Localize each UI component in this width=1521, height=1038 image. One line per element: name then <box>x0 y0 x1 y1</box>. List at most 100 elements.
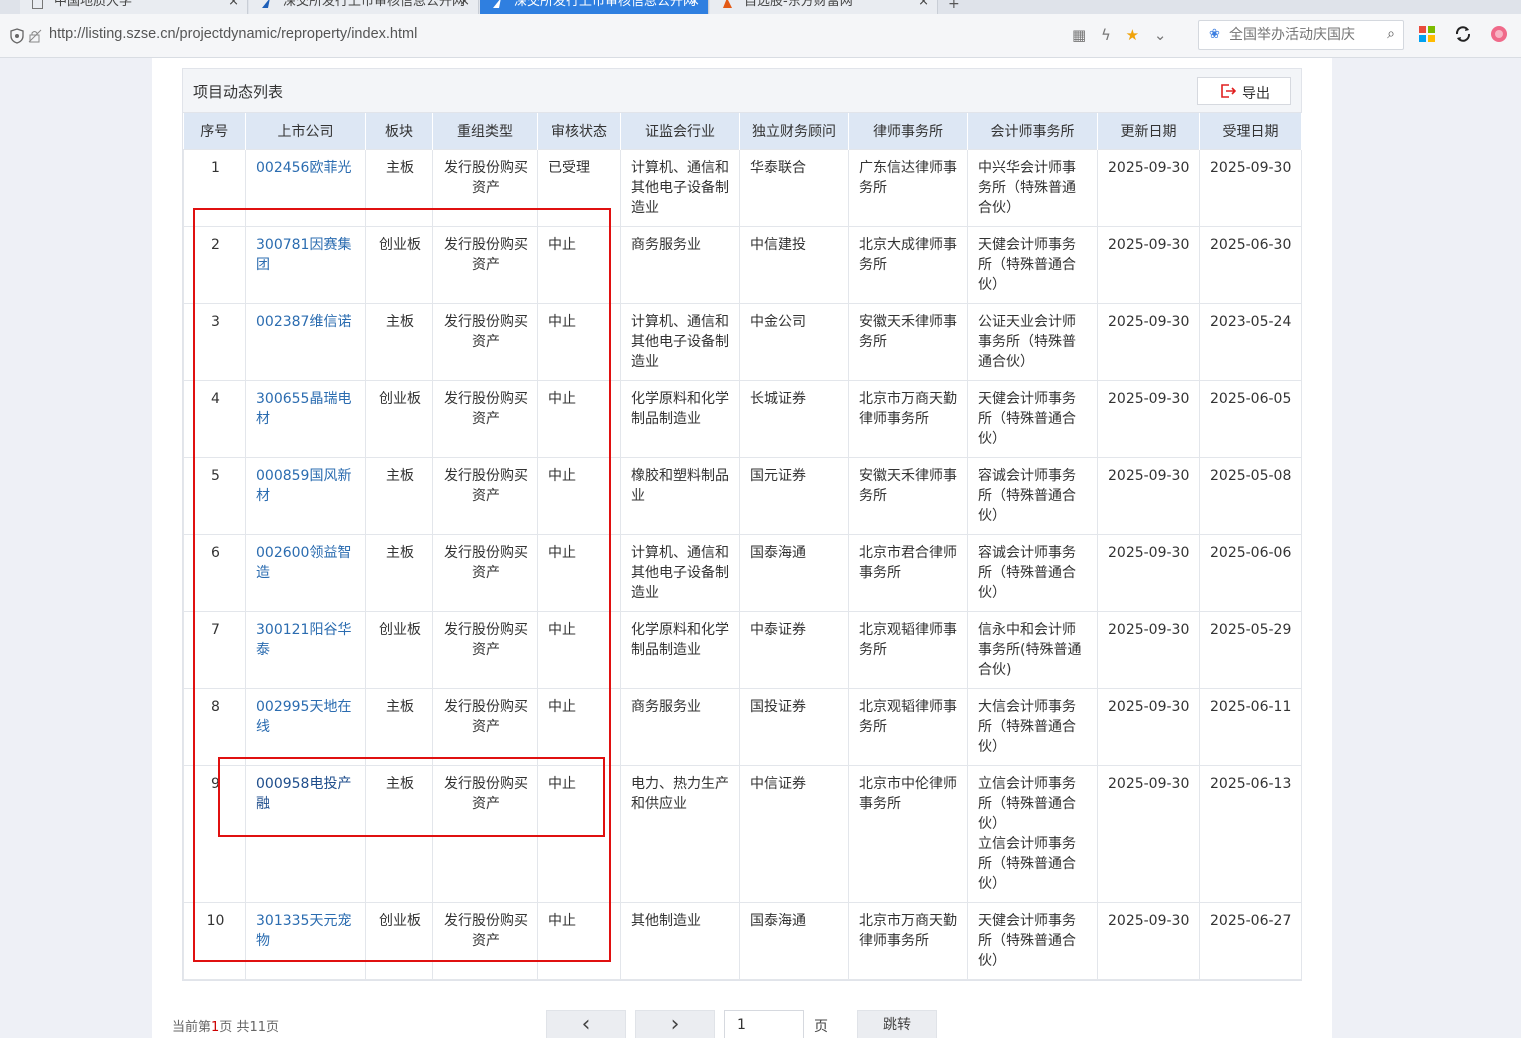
pager-prefix: 当前第 <box>172 1020 212 1035</box>
cell-advisor: 国泰海通 <box>739 533 849 612</box>
qr-code-icon[interactable]: ▦ <box>1072 26 1086 44</box>
eastmoney-favicon-icon <box>723 0 732 8</box>
sync-icon[interactable] <box>1454 25 1472 43</box>
cell-updated: 2025-09-30 <box>1097 533 1200 612</box>
cell-accepted: 2025-05-29 <box>1199 610 1302 689</box>
cell-accounting: 立信会计师事务所（特殊普通合伙） 立信会计师事务所（特殊普通合伙） <box>967 764 1098 903</box>
url-field[interactable]: http://listing.szse.cn/projectdynamic/re… <box>49 26 417 42</box>
cell-updated: 2025-09-30 <box>1097 148 1200 227</box>
tab-close-icon[interactable]: × <box>228 0 239 12</box>
next-page-button[interactable]: › <box>635 1010 715 1038</box>
cell-accounting: 中兴华会计师事务所（特殊普通合伙） <box>967 148 1098 227</box>
avatar-icon[interactable] <box>1490 25 1508 43</box>
cell-industry: 计算机、通信和其他电子设备制造业 <box>620 533 740 612</box>
cell-accepted: 2025-06-11 <box>1199 687 1302 766</box>
cell-updated: 2025-09-30 <box>1097 764 1200 903</box>
new-tab-button[interactable]: + <box>948 0 960 12</box>
export-icon <box>1221 84 1236 98</box>
bookmark-star-icon[interactable]: ★ <box>1126 26 1139 44</box>
baidu-paw-icon: ❀ <box>1209 27 1220 42</box>
cell-updated: 2025-09-30 <box>1097 302 1200 381</box>
column-header: 律师事务所 <box>848 113 968 149</box>
column-header: 上市公司 <box>245 113 366 149</box>
column-header: 证监会行业 <box>620 113 740 149</box>
tab-2[interactable]: 深交所发行上市审核信息公开网 × <box>249 0 479 14</box>
cell-advisor: 中信证券 <box>739 764 849 903</box>
export-button[interactable]: 导出 <box>1197 77 1291 105</box>
cell-updated: 2025-09-30 <box>1097 379 1200 458</box>
cell-accepted: 2025-06-30 <box>1199 225 1302 304</box>
panel-header: 项目动态列表 导出 <box>183 69 1301 113</box>
lightning-icon[interactable]: ϟ <box>1101 26 1111 44</box>
annotation-box-row-9 <box>218 757 605 837</box>
cell-law: 北京市君合律师事务所 <box>848 533 968 612</box>
chevron-down-icon[interactable]: ⌄ <box>1154 26 1167 44</box>
tab-3-active[interactable]: 深交所发行上市审核信息公开网 × <box>480 0 709 14</box>
cell-updated: 2025-09-30 <box>1097 901 1200 980</box>
cell-industry: 计算机、通信和其他电子设备制造业 <box>620 302 740 381</box>
export-label: 导出 <box>1242 85 1270 101</box>
search-input[interactable] <box>1229 25 1379 45</box>
tab-1[interactable]: 中国地质大学 × <box>20 0 248 14</box>
cell-industry: 计算机、通信和其他电子设备制造业 <box>620 148 740 227</box>
search-icon[interactable]: ⌕ <box>1387 26 1395 42</box>
column-header: 受理日期 <box>1199 113 1302 149</box>
tab-4[interactable]: 自选股-东方财富网 × <box>710 0 938 14</box>
prev-page-button[interactable]: ‹ <box>546 1010 626 1038</box>
cell-law: 广东信达律师事务所 <box>848 148 968 227</box>
browser-tab-bar: 中国地质大学 × 深交所发行上市审核信息公开网 × 深交所发行上市审核信息公开网… <box>0 0 1521 14</box>
cell-accepted: 2025-05-08 <box>1199 456 1302 535</box>
szse-favicon-icon <box>262 0 270 8</box>
cell-advisor: 长城证券 <box>739 379 849 458</box>
cell-law: 北京市中伦律师事务所 <box>848 764 968 903</box>
tab-close-icon[interactable]: × <box>918 0 929 12</box>
cell-updated: 2025-09-30 <box>1097 225 1200 304</box>
cell-advisor: 中金公司 <box>739 302 849 381</box>
tab-close-icon[interactable]: × <box>459 0 470 12</box>
pager-total: 11 <box>249 1020 266 1035</box>
page-icon <box>32 0 43 9</box>
tab-label: 深交所发行上市审核信息公开网 <box>514 0 697 9</box>
page-number-input[interactable] <box>724 1010 804 1038</box>
tab-label: 中国地质大学 <box>54 0 133 9</box>
annotation-box-large <box>193 208 611 962</box>
szse-favicon-icon <box>493 0 501 8</box>
address-bar: http://listing.szse.cn/projectdynamic/re… <box>0 14 1521 58</box>
tab-close-icon[interactable]: × <box>689 0 700 12</box>
cell-industry: 电力、热力生产和供应业 <box>620 764 740 903</box>
tab-label: 自选股-东方财富网 <box>744 0 853 9</box>
column-header: 板块 <box>365 113 433 149</box>
column-header: 序号 <box>183 113 246 149</box>
cell-accounting: 大信会计师事务所（特殊普通合伙） <box>967 687 1098 766</box>
cell-industry: 商务服务业 <box>620 225 740 304</box>
page-label: 页 <box>814 1019 828 1035</box>
column-header: 独立财务顾问 <box>739 113 849 149</box>
cell-advisor: 中泰证券 <box>739 610 849 689</box>
windows-grid-icon[interactable] <box>1418 25 1436 43</box>
cell-accepted: 2025-06-13 <box>1199 764 1302 903</box>
column-header: 更新日期 <box>1097 113 1200 149</box>
cell-industry: 化学原料和化学制品制造业 <box>620 610 740 689</box>
column-header: 审核状态 <box>537 113 621 149</box>
cell-advisor: 国泰海通 <box>739 901 849 980</box>
jump-button[interactable]: 跳转 <box>857 1010 937 1038</box>
jump-label: 跳转 <box>883 1017 911 1033</box>
cell-accepted: 2023-05-24 <box>1199 302 1302 381</box>
search-box[interactable]: ❀ ⌕ <box>1198 20 1404 50</box>
column-header: 重组类型 <box>432 113 538 149</box>
cell-updated: 2025-09-30 <box>1097 687 1200 766</box>
cell-accepted: 2025-06-06 <box>1199 533 1302 612</box>
shield-icon[interactable] <box>10 28 24 44</box>
pager-middle: 页 共 <box>219 1020 250 1035</box>
table-header-row: 序号 上市公司 板块 重组类型 审核状态 证监会行业 独立财务顾问 律师事务所 会计师事务所 更新… <box>183 113 1302 149</box>
address-tools: ▦ ϟ ★ ⌄ <box>1072 26 1176 44</box>
cell-accepted: 2025-06-05 <box>1199 379 1302 458</box>
cell-advisor: 国投证券 <box>739 687 849 766</box>
cell-accepted: 2025-06-27 <box>1199 901 1302 980</box>
pager-suffix: 页 <box>265 1020 279 1035</box>
cell-law: 北京市万商天勤律师事务所 <box>848 901 968 980</box>
cell-industry: 橡胶和塑料制品业 <box>620 456 740 535</box>
cell-accounting: 天健会计师事务所（特殊普通合伙） <box>967 901 1098 980</box>
insecure-lock-icon[interactable] <box>28 29 42 43</box>
pager-info: 当前第1页 共11页 <box>172 1016 279 1035</box>
